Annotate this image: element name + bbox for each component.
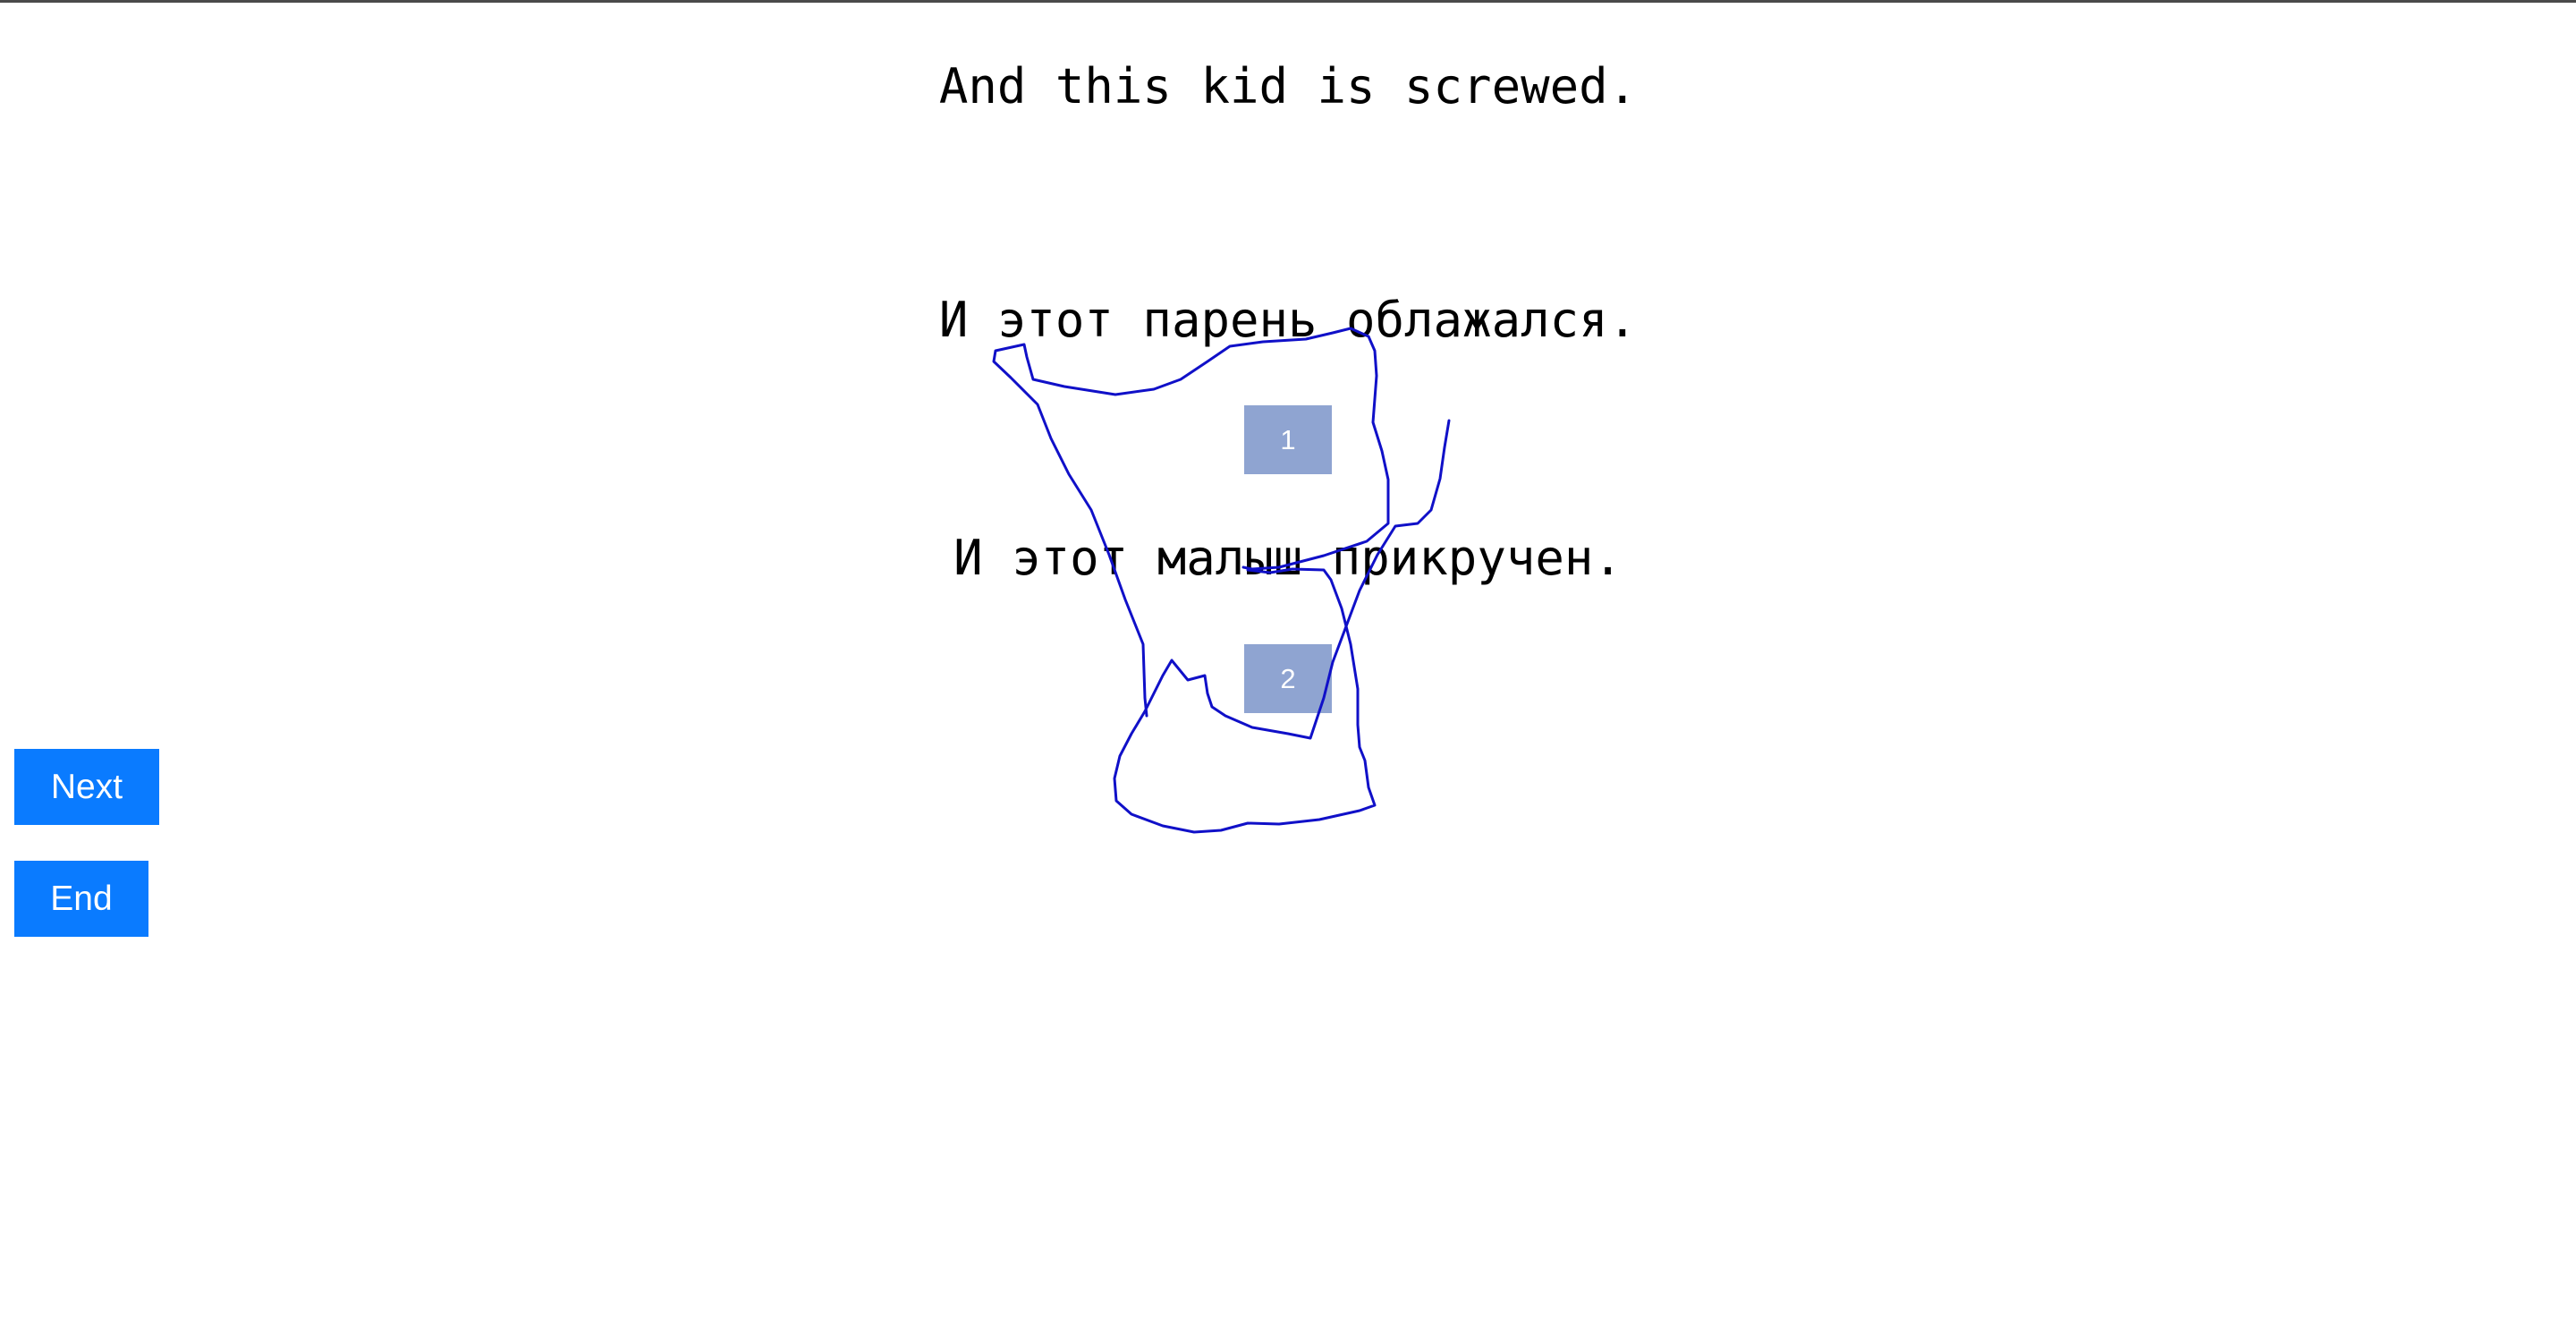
choice-box-1[interactable]: 1 <box>1244 405 1332 474</box>
choice-box-2[interactable]: 2 <box>1244 644 1332 713</box>
next-button[interactable]: Next <box>14 749 159 825</box>
translation-option-1: И этот парень облажался. <box>938 292 1638 348</box>
translation-option-2: И этот малыш прикручен. <box>953 530 1623 586</box>
source-sentence: And this kid is screwed. <box>938 58 1638 115</box>
top-border <box>0 0 2576 3</box>
end-button[interactable]: End <box>14 861 148 937</box>
